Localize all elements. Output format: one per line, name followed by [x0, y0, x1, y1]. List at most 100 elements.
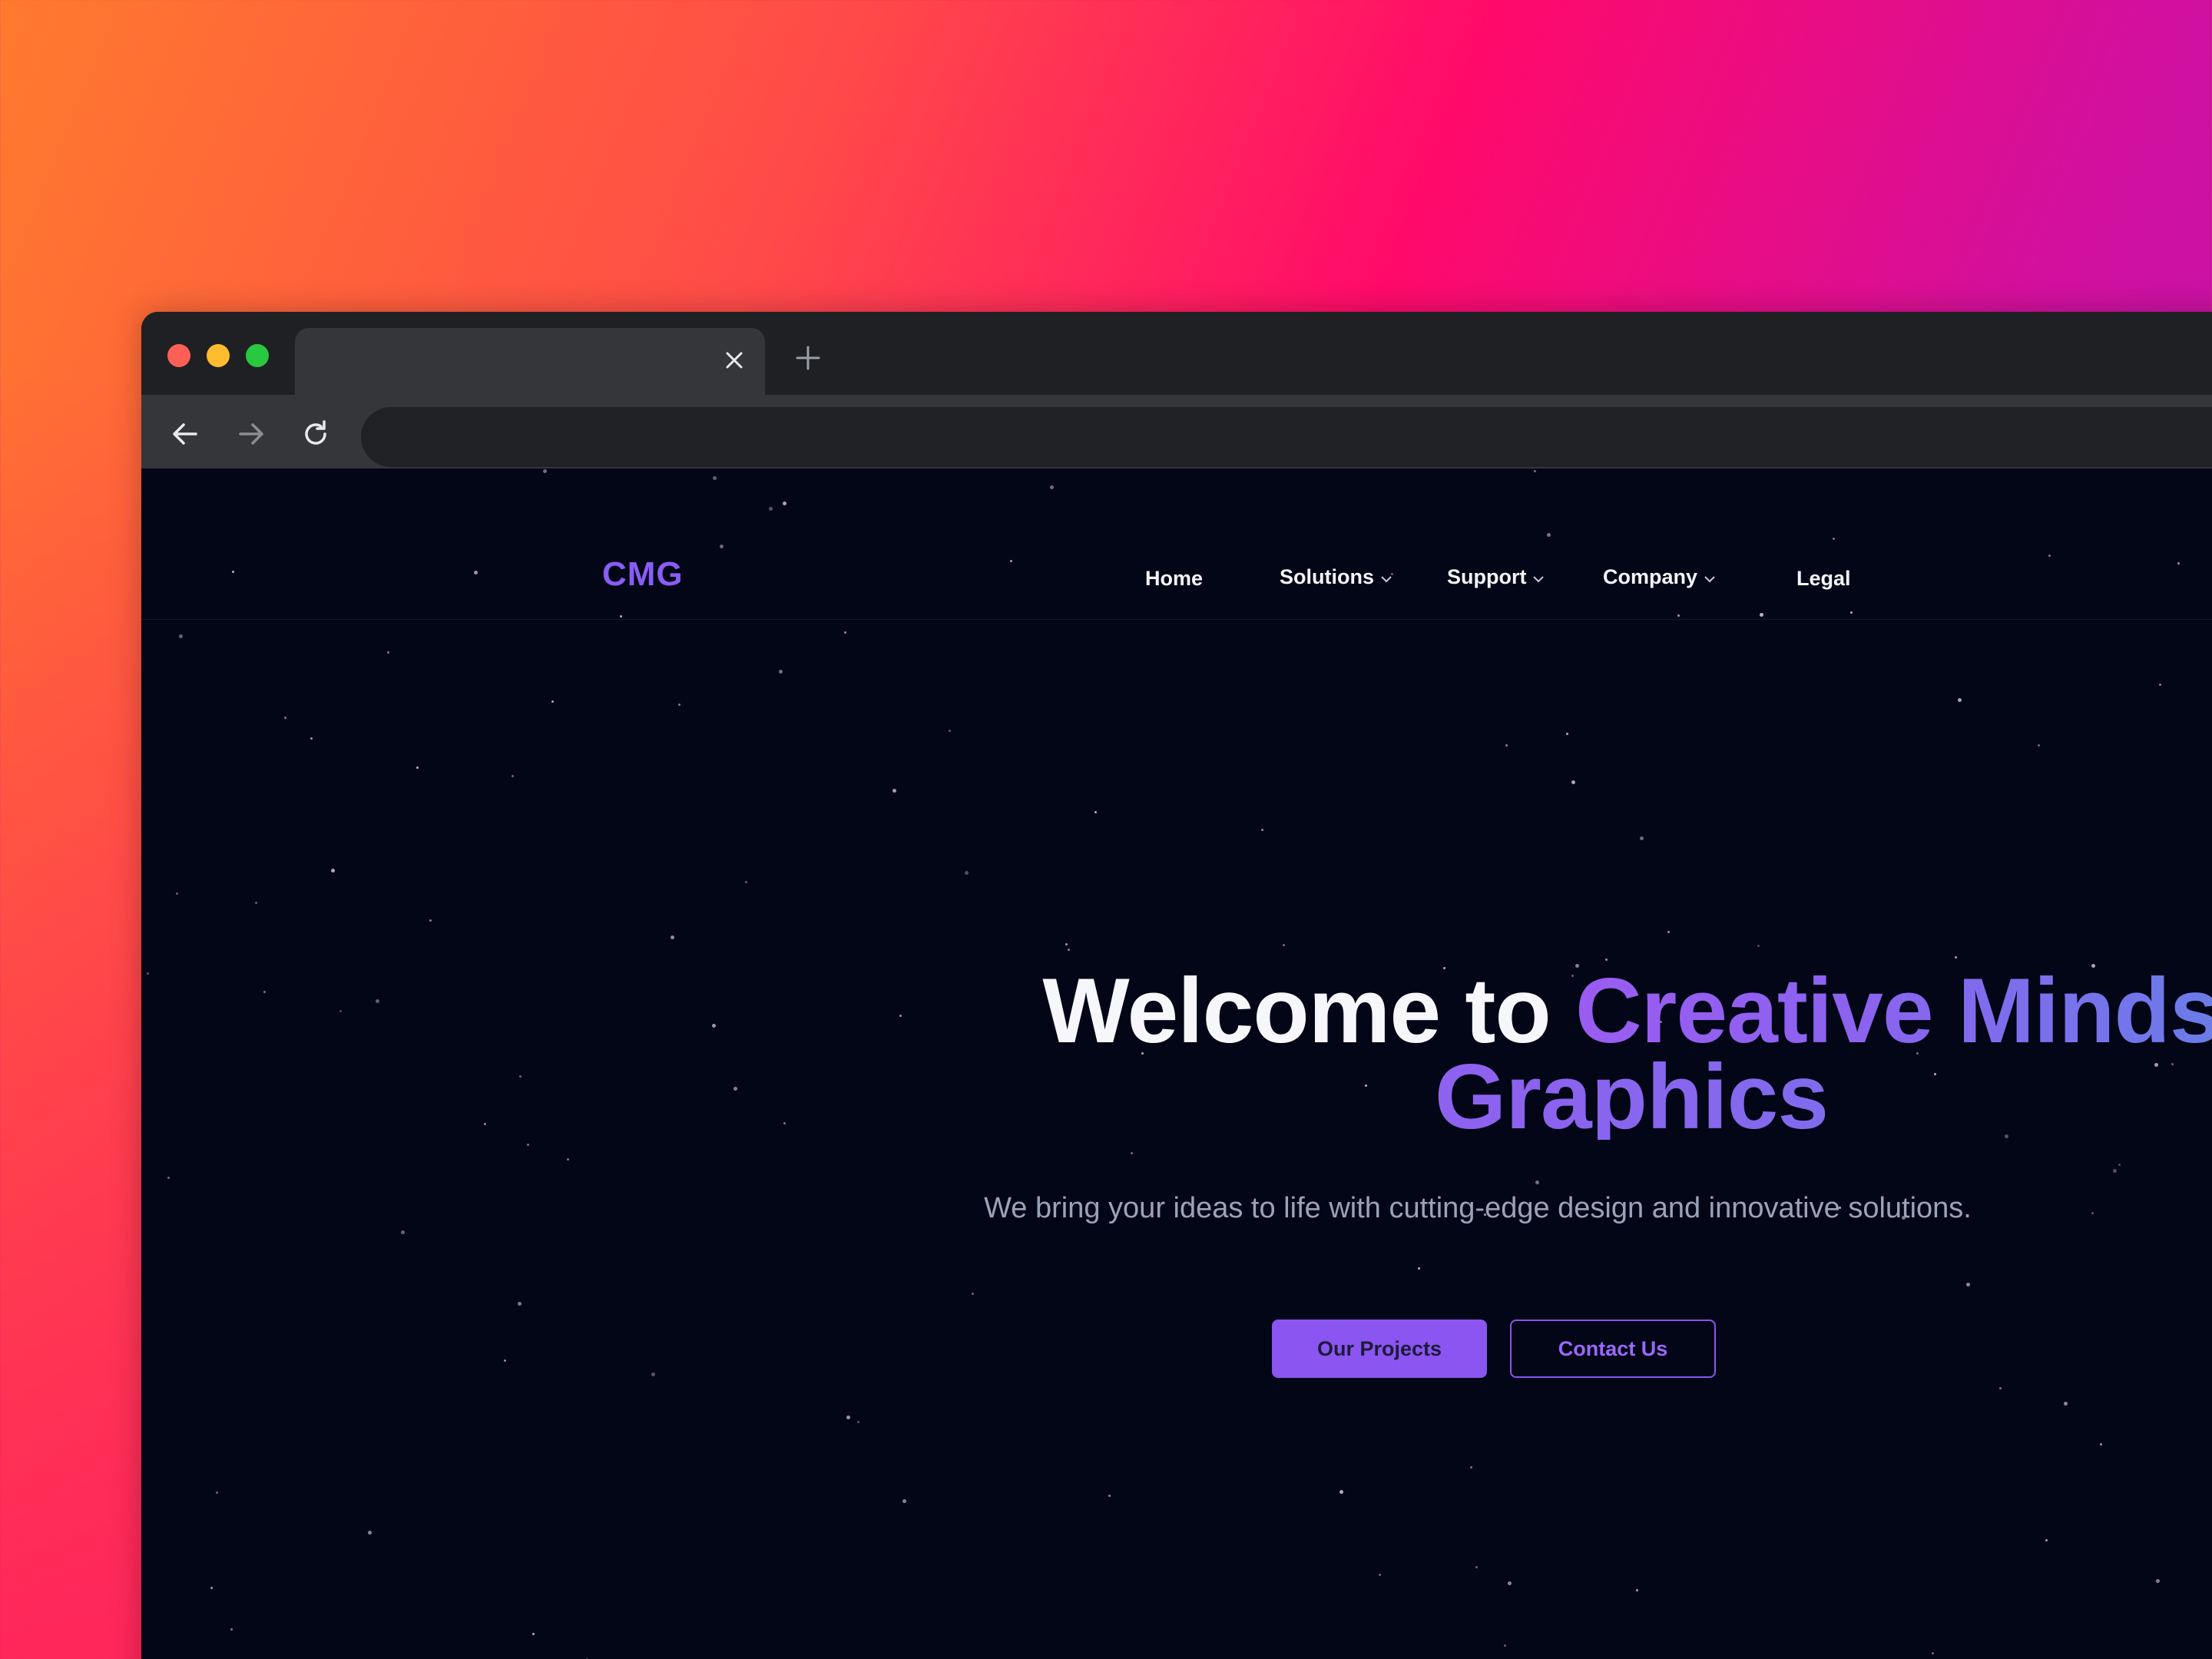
star	[2038, 744, 2040, 747]
star	[1475, 1566, 1478, 1568]
star	[844, 631, 846, 634]
star	[1534, 470, 1536, 472]
browser-tab[interactable]	[295, 328, 765, 395]
star	[2100, 1443, 2102, 1445]
star	[416, 767, 419, 769]
nav-legal-label: Legal	[1796, 567, 1851, 590]
plus-icon[interactable]	[793, 343, 823, 373]
star	[484, 1123, 486, 1125]
close-window-button[interactable]	[167, 344, 190, 367]
star	[745, 881, 747, 883]
star	[1757, 945, 1760, 947]
arrow-right-icon[interactable]	[233, 416, 269, 452]
star	[1261, 829, 1263, 831]
star	[1571, 780, 1575, 784]
star	[1966, 1283, 1970, 1286]
star	[713, 476, 717, 480]
star	[551, 700, 554, 703]
star	[2064, 1402, 2068, 1406]
site-header: CMG Home Solutions Support Company Legal	[141, 519, 2212, 620]
browser-toolbar	[141, 395, 2212, 473]
star	[429, 919, 432, 922]
star	[1535, 1181, 1539, 1184]
star	[387, 651, 389, 654]
browser-window: CMG Home Solutions Support Company Legal…	[141, 312, 2212, 1659]
star	[512, 775, 514, 777]
reload-icon[interactable]	[298, 416, 333, 452]
star	[2156, 1579, 2160, 1583]
star	[401, 1230, 405, 1234]
star	[532, 1633, 535, 1635]
star	[1955, 956, 1957, 959]
close-icon[interactable]	[719, 345, 750, 376]
contact-us-button[interactable]: Contact Us	[1510, 1320, 1716, 1378]
star	[1566, 733, 1568, 735]
star	[1283, 944, 1285, 946]
star	[1999, 1387, 2002, 1389]
star	[783, 502, 786, 505]
star	[504, 1359, 506, 1362]
maximize-window-button[interactable]	[246, 344, 269, 367]
star	[176, 892, 178, 895]
site-logo[interactable]: CMG	[602, 555, 684, 594]
star	[331, 869, 335, 873]
star	[1065, 943, 1068, 945]
nav-home[interactable]: Home	[1145, 567, 1203, 591]
arrow-left-icon[interactable]	[167, 416, 203, 452]
star	[263, 991, 266, 993]
address-bar[interactable]	[361, 407, 2212, 467]
star	[339, 1010, 342, 1012]
nav-company-label: Company	[1603, 565, 1698, 588]
star	[671, 935, 674, 939]
star	[2159, 684, 2161, 686]
star	[2113, 1169, 2117, 1173]
star	[678, 704, 680, 706]
star	[527, 1144, 529, 1146]
nav-home-label: Home	[1145, 567, 1204, 590]
star	[892, 789, 896, 793]
star	[1379, 1574, 1381, 1576]
star	[1667, 931, 1670, 933]
star	[2045, 1539, 2048, 1541]
star	[779, 670, 783, 674]
star	[179, 634, 183, 638]
star	[857, 1421, 859, 1423]
star	[368, 1531, 372, 1535]
star	[147, 972, 149, 975]
star	[567, 1158, 569, 1161]
star	[167, 1177, 170, 1179]
nav-support[interactable]: Support	[1447, 565, 1545, 589]
star	[2091, 1212, 2094, 1214]
star	[1504, 1644, 1506, 1647]
star	[230, 1628, 233, 1631]
star	[1094, 811, 1097, 813]
star	[972, 1293, 974, 1295]
hero-subtitle: We bring your ideas to life with cutting…	[984, 1192, 1972, 1224]
hero-title: Welcome to Creative Minds Graphics	[894, 965, 2212, 1143]
nav-legal[interactable]: Legal	[1796, 567, 1851, 591]
star	[1470, 1466, 1472, 1469]
hero-title-accent-line2: Graphics	[894, 1051, 2212, 1143]
web-page: CMG Home Solutions Support Company Legal…	[141, 469, 2212, 1659]
tab-strip	[141, 312, 2212, 395]
chevron-down-icon	[1380, 565, 1392, 589]
star	[1068, 949, 1070, 951]
star	[518, 1302, 522, 1306]
star	[519, 1075, 522, 1078]
minimize-window-button[interactable]	[207, 344, 230, 367]
star	[1108, 1495, 1111, 1497]
star	[210, 1587, 213, 1589]
star	[651, 1373, 655, 1376]
nav-solutions[interactable]: Solutions	[1280, 565, 1392, 589]
star	[255, 902, 257, 904]
star	[1932, 1652, 1934, 1654]
star	[712, 1024, 716, 1028]
nav-company[interactable]: Company	[1603, 565, 1716, 589]
star	[965, 871, 969, 875]
star	[1339, 1490, 1343, 1494]
nav-support-label: Support	[1447, 565, 1527, 588]
our-projects-button[interactable]: Our Projects	[1272, 1320, 1487, 1378]
star	[376, 999, 379, 1003]
star	[783, 1122, 786, 1124]
star	[769, 507, 773, 511]
